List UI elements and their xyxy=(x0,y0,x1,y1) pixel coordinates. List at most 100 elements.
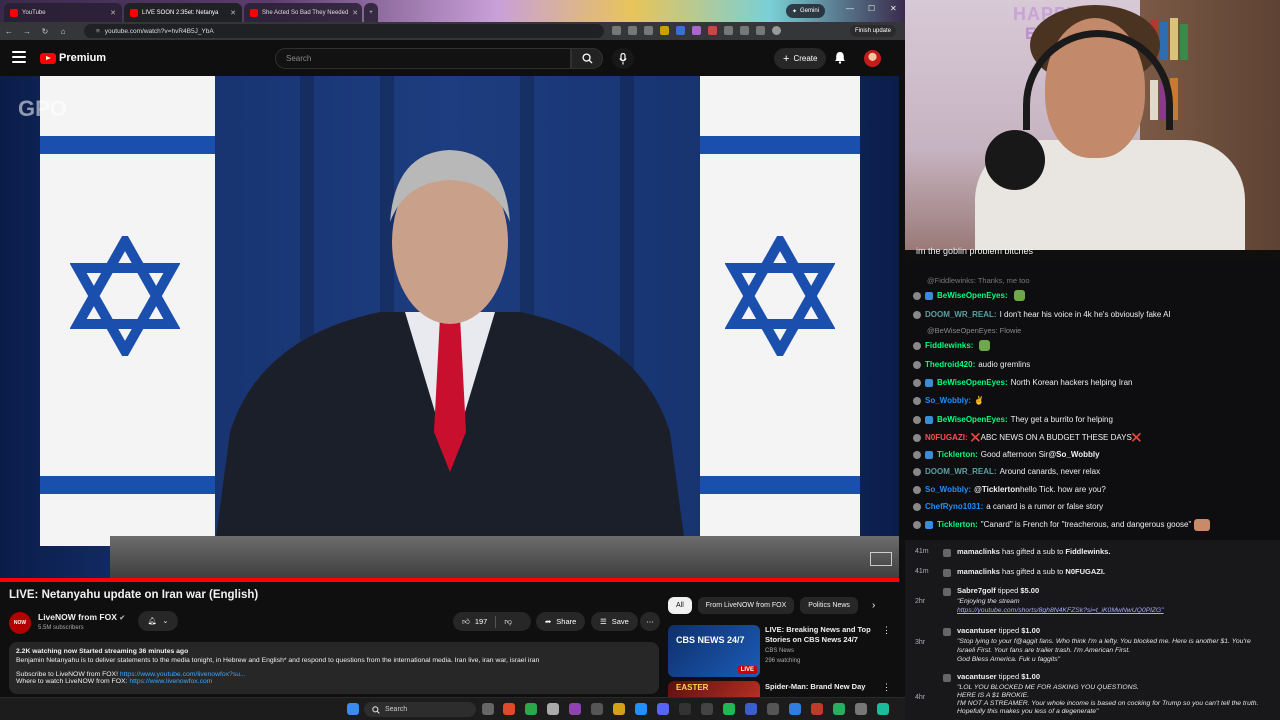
new-tab-button[interactable]: + xyxy=(364,3,378,22)
chevron-right-icon[interactable]: › xyxy=(872,600,875,611)
chat-username[interactable]: So_Wobbly: xyxy=(925,396,971,405)
task-view-icon[interactable] xyxy=(482,703,494,715)
chat-username[interactable]: ChefRyno1031: xyxy=(925,502,983,511)
taskbar-app-icon[interactable] xyxy=(635,703,647,715)
chrome-icon[interactable] xyxy=(525,703,537,715)
chat-mention[interactable]: @So_Wobbly xyxy=(1048,450,1099,459)
where-link[interactable]: https://www.livenowfox.com xyxy=(129,678,212,685)
chat-username[interactable]: DOOM_WR_REAL: xyxy=(925,467,997,476)
chat-message[interactable]: So_Wobbly: ✌ xyxy=(913,394,984,407)
downloads-icon[interactable] xyxy=(756,26,765,35)
chat-message[interactable]: DOOM_WR_REAL: I don't hear his voice in … xyxy=(913,308,1171,321)
thumbs-up-icon[interactable]: 👍︎ xyxy=(462,617,470,627)
chat-username[interactable]: BeWiseOpenEyes: xyxy=(937,415,1008,424)
extension-icon[interactable] xyxy=(660,26,669,35)
subscription-bell-button[interactable]: 🔔︎ ⌄ xyxy=(138,611,178,631)
taskbar-app-icon[interactable] xyxy=(679,703,691,715)
subscribe-link[interactable]: https://www.youtube.com/livenowfox?su... xyxy=(120,671,246,678)
recommendation-item[interactable]: CBS NEWS 24/7 LIVE LIVE: Breaking News a… xyxy=(668,625,893,677)
channel-name[interactable]: LiveNOW from FOX ✔ xyxy=(38,612,125,622)
chat-username[interactable]: So_Wobbly: xyxy=(925,485,971,494)
tab-netanyahu-live[interactable]: LIVE SOON 2:35et: Netanya ✕ xyxy=(124,3,242,22)
chat-message[interactable]: BeWiseOpenEyes: They get a burrito for h… xyxy=(913,413,1113,426)
taskbar-app-icon[interactable] xyxy=(833,703,845,715)
maximize-icon[interactable]: ☐ xyxy=(868,4,875,13)
search-button[interactable] xyxy=(571,48,603,69)
chip-politics-news[interactable]: Politics News xyxy=(800,597,858,614)
more-vertical-icon[interactable]: ⋮ xyxy=(882,625,891,636)
finish-update-button[interactable]: Finish update xyxy=(850,25,897,37)
minimize-icon[interactable]: — xyxy=(846,4,854,13)
close-icon[interactable]: ✕ xyxy=(348,9,358,17)
tab-youtube[interactable]: YouTube ✕ xyxy=(4,3,122,22)
chat-message[interactable]: Thedroid420: audio gremlins xyxy=(913,358,1030,371)
taskbar-app-icon[interactable] xyxy=(547,703,559,715)
chat-username[interactable]: BeWiseOpenEyes: xyxy=(937,291,1008,300)
chat-message[interactable]: N0FUGAZI: ❌ABC NEWS ON A BUDGET THESE DA… xyxy=(913,431,1142,444)
recommendation-thumbnail[interactable]: CBS NEWS 24/7 LIVE xyxy=(668,625,760,677)
chat-mention[interactable]: @Ticklerton xyxy=(974,485,1020,494)
chat-message[interactable]: So_Wobbly: @Ticklerton hello Tick. how a… xyxy=(913,483,1106,496)
video-player[interactable]: GPO xyxy=(0,76,899,582)
chat-username[interactable]: Ticklerton: xyxy=(937,520,978,529)
taskbar-app-icon[interactable] xyxy=(767,703,779,715)
cast-icon[interactable] xyxy=(628,26,637,35)
tab-she-acted[interactable]: She Acted So Bad They Needed ✕ xyxy=(244,3,362,22)
save-button[interactable]: ☰ Save xyxy=(591,612,638,631)
sidebar-icon[interactable] xyxy=(740,26,749,35)
url-field[interactable]: ≡ youtube.com/watch?v=hvR4B5J_YbA xyxy=(84,24,604,38)
description-box[interactable]: 2.2K watching now Started streaming 36 m… xyxy=(9,642,659,694)
search-input[interactable]: Search xyxy=(275,48,571,69)
chat-message[interactable]: DOOM_WR_REAL: Around canards, never rela… xyxy=(913,465,1100,478)
chat-username[interactable]: Fiddlewinks: xyxy=(925,341,973,350)
chat-username[interactable]: Thedroid420: xyxy=(925,360,975,369)
more-actions-button[interactable]: ⋯ xyxy=(640,612,660,631)
notifications-bell-icon[interactable] xyxy=(834,51,846,64)
chat-username[interactable]: BeWiseOpenEyes: xyxy=(937,378,1008,387)
taskbar-app-icon[interactable] xyxy=(701,703,713,715)
extensions-puzzle-icon[interactable] xyxy=(724,26,733,35)
thumbs-down-icon[interactable]: 👎︎ xyxy=(504,617,512,627)
tip-message-link[interactable]: https://youtube.com/shorts/8gh8N4KFZSk?s… xyxy=(957,607,1164,614)
chat-message[interactable]: Ticklerton: "Canard" is French for "trea… xyxy=(913,518,1211,531)
windows-start-icon[interactable] xyxy=(347,703,359,715)
live-progress-bar[interactable] xyxy=(0,578,899,582)
taskbar-app-icon[interactable] xyxy=(591,703,603,715)
gemini-button[interactable]: ✦ Gemini xyxy=(786,4,826,18)
profile-icon[interactable] xyxy=(772,26,781,35)
chat-username[interactable]: DOOM_WR_REAL: xyxy=(925,310,997,319)
create-button[interactable]: + Create xyxy=(774,48,827,69)
taskbar-app-icon[interactable] xyxy=(855,703,867,715)
site-info-icon[interactable]: ≡ xyxy=(96,28,100,35)
account-avatar[interactable] xyxy=(864,50,881,67)
discord-icon[interactable] xyxy=(657,703,669,715)
home-icon[interactable]: ⌂ xyxy=(54,27,72,36)
taskbar-app-icon[interactable] xyxy=(877,703,889,715)
taskbar-app-icon[interactable] xyxy=(745,703,757,715)
close-icon[interactable]: ✕ xyxy=(106,9,116,17)
file-explorer-icon[interactable] xyxy=(613,703,625,715)
extension-icon[interactable] xyxy=(676,26,685,35)
recommendation-item[interactable]: EASTER Spider-Man: Brand New Day ⋮ xyxy=(668,681,893,697)
close-icon[interactable]: ✕ xyxy=(226,9,236,17)
chat-username[interactable]: N0FUGAZI: xyxy=(925,433,968,442)
taskbar-app-icon[interactable] xyxy=(789,703,801,715)
taskbar-app-icon[interactable] xyxy=(811,703,823,715)
window-close-icon[interactable]: ✕ xyxy=(890,4,897,13)
chat-username[interactable]: Ticklerton: xyxy=(937,450,978,459)
extension-icon[interactable] xyxy=(708,26,717,35)
bookmark-star-icon[interactable] xyxy=(644,26,653,35)
back-icon[interactable]: ← xyxy=(0,27,18,36)
taskbar-app-icon[interactable] xyxy=(503,703,515,715)
chat-message[interactable]: ChefRyno1031: a canard is a rumor or fal… xyxy=(913,500,1103,513)
menu-icon[interactable] xyxy=(12,51,26,63)
channel-avatar[interactable]: NOW xyxy=(9,612,31,634)
voice-search-button[interactable] xyxy=(612,48,634,69)
youtube-logo[interactable]: Premium xyxy=(40,52,106,64)
zoom-icon[interactable] xyxy=(612,26,621,35)
more-vertical-icon[interactable]: ⋮ xyxy=(882,682,891,693)
chat-message[interactable]: BeWiseOpenEyes: North Korean hackers hel… xyxy=(913,376,1132,389)
taskbar-app-icon[interactable] xyxy=(569,703,581,715)
chat-message[interactable]: Fiddlewinks: xyxy=(913,339,991,352)
chat-message[interactable]: BeWiseOpenEyes: xyxy=(913,289,1025,302)
